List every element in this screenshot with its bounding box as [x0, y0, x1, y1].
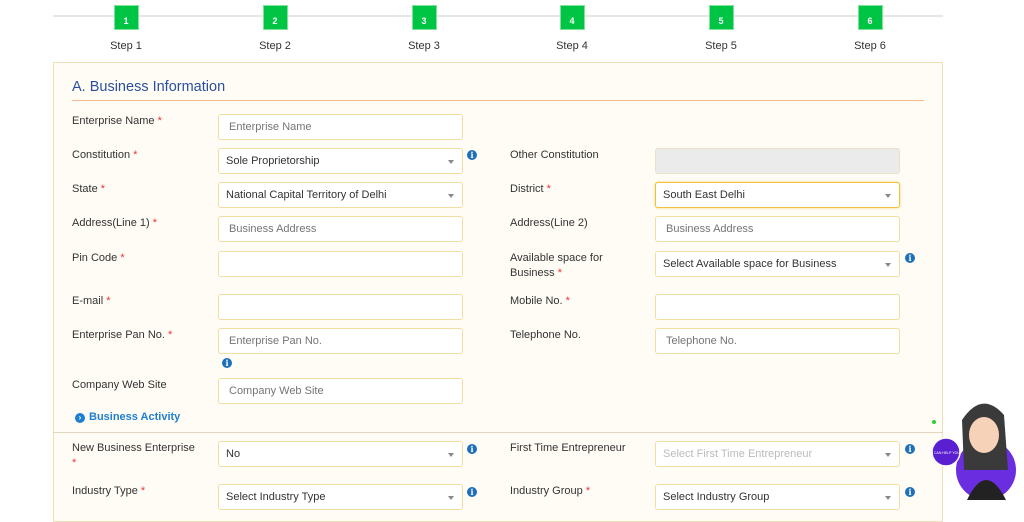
mobile-input[interactable]	[655, 294, 900, 320]
chevron-right-icon: ›	[75, 413, 85, 423]
state-select[interactable]: National Capital Territory of Delhi	[218, 182, 463, 208]
step-label: Step 1	[110, 40, 142, 52]
step-number: 4	[559, 5, 585, 30]
step-label: Step 6	[854, 40, 886, 52]
help-assistant-avatar[interactable]: I CAN HELP YOU	[932, 390, 1024, 508]
section-title: A. Business Information	[72, 79, 226, 95]
industry-type-label: Industry Type *	[72, 485, 146, 497]
info-icon[interactable]: i	[905, 253, 915, 263]
step-label: Step 5	[705, 40, 737, 52]
address1-input[interactable]	[218, 216, 463, 242]
business-activity-label: Business Activity	[89, 411, 181, 423]
divider	[53, 432, 943, 433]
info-icon[interactable]: i	[467, 444, 477, 454]
telephone-label: Telephone No.	[510, 329, 581, 341]
step-1[interactable]: 1 Step 1	[86, 5, 166, 52]
district-select[interactable]: South East Delhi	[655, 182, 900, 208]
step-number: 5	[708, 5, 734, 30]
info-icon[interactable]: i	[222, 358, 232, 368]
step-number: 6	[857, 5, 883, 30]
step-number: 2	[262, 5, 288, 30]
step-label: Step 4	[556, 40, 588, 52]
industry-type-select[interactable]: Select Industry Type	[218, 484, 463, 510]
state-label: State *	[72, 183, 106, 195]
enterprise-name-input[interactable]	[218, 114, 463, 140]
constitution-select[interactable]: Sole Proprietorship	[218, 148, 463, 174]
constitution-label: Constitution *	[72, 149, 138, 161]
pan-label: Enterprise Pan No. *	[72, 329, 173, 341]
telephone-input[interactable]	[655, 328, 900, 354]
avatar-bubble-text: I CAN HELP YOU	[932, 451, 960, 455]
step-5[interactable]: 5 Step 5	[681, 5, 761, 52]
info-icon[interactable]: i	[467, 487, 477, 497]
info-icon[interactable]: i	[467, 150, 477, 160]
website-input[interactable]	[218, 378, 463, 404]
pin-code-label: Pin Code *	[72, 252, 125, 264]
info-icon[interactable]: i	[905, 487, 915, 497]
business-activity-toggle[interactable]: › Business Activity	[75, 411, 180, 423]
first-time-select[interactable]: Select First Time Entrepreneur	[655, 441, 900, 467]
step-label: Step 3	[408, 40, 440, 52]
info-icon[interactable]: i	[905, 444, 915, 454]
address2-input[interactable]	[655, 216, 900, 242]
step-6[interactable]: 6 Step 6	[830, 5, 910, 52]
first-time-label: First Time Entrepreneur	[510, 442, 626, 454]
available-space-label: Available space for Business *	[510, 252, 603, 279]
industry-group-select[interactable]: Select Industry Group	[655, 484, 900, 510]
step-number: 3	[411, 5, 437, 30]
pan-input[interactable]	[218, 328, 463, 354]
address2-label: Address(Line 2)	[510, 217, 588, 229]
new-business-select[interactable]: No	[218, 441, 463, 467]
email-label: E-mail *	[72, 295, 111, 307]
address1-label: Address(Line 1) *	[72, 217, 157, 229]
other-constitution-input	[655, 148, 900, 174]
stepper-line	[53, 15, 943, 17]
district-label: District *	[510, 183, 551, 195]
enterprise-name-label: Enterprise Name *	[72, 115, 162, 127]
step-label: Step 2	[259, 40, 291, 52]
industry-group-label: Industry Group *	[510, 485, 591, 497]
available-space-select[interactable]: Select Available space for Business	[655, 251, 900, 277]
divider	[72, 100, 924, 101]
step-4[interactable]: 4 Step 4	[532, 5, 612, 52]
new-business-label: New Business Enterprise *	[72, 442, 195, 469]
other-constitution-label: Other Constitution	[510, 149, 599, 161]
mobile-label: Mobile No. *	[510, 295, 570, 307]
email-input[interactable]	[218, 294, 463, 320]
pin-code-input[interactable]	[218, 251, 463, 277]
step-number: 1	[113, 5, 139, 30]
website-label: Company Web Site	[72, 379, 167, 391]
step-2[interactable]: 2 Step 2	[235, 5, 315, 52]
step-3[interactable]: 3 Step 3	[384, 5, 464, 52]
